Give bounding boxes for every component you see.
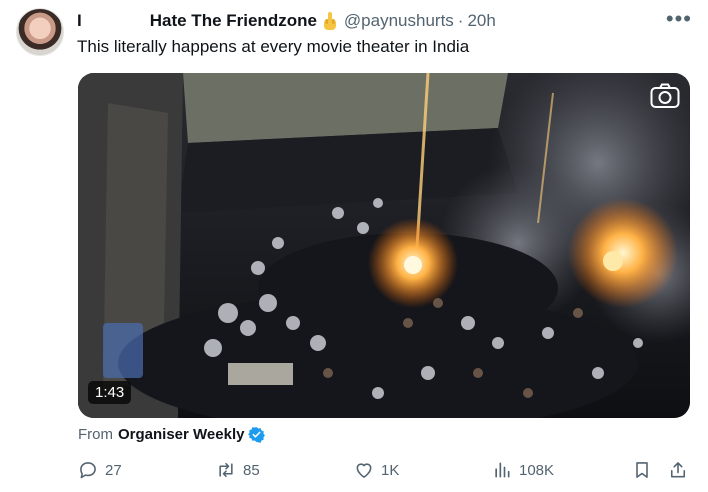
user-handle[interactable]: @paynushurts — [344, 11, 454, 31]
middle-finger-emoji-icon — [323, 11, 336, 30]
post-text: This literally happens at every movie th… — [77, 37, 470, 56]
avatar[interactable] — [16, 8, 64, 56]
video-player[interactable]: 1:43 — [78, 73, 690, 418]
share-icon — [670, 462, 686, 478]
video-duration: 1:43 — [88, 381, 132, 404]
display-name-prefix[interactable]: I — [77, 11, 82, 31]
separator-dot: · — [457, 11, 464, 30]
display-name[interactable]: Hate The Friendzone — [150, 11, 317, 31]
like-count: 1K — [381, 461, 400, 479]
bookmark-icon — [636, 462, 648, 478]
repost-icon — [219, 462, 233, 478]
video-frame-image — [78, 73, 690, 418]
verified-badge-icon — [248, 427, 266, 443]
camera-icon[interactable] — [650, 83, 680, 109]
reply-button[interactable]: 27 — [78, 460, 122, 480]
source-account-link[interactable]: Organiser Weekly — [118, 426, 244, 443]
share-button[interactable] — [668, 460, 695, 480]
more-options-icon[interactable]: ••• — [666, 6, 692, 32]
bookmark-button[interactable] — [632, 460, 659, 480]
view-count: 108K — [519, 461, 555, 479]
heart-icon — [356, 463, 372, 478]
repost-button[interactable]: 85 — [216, 460, 260, 480]
reply-icon — [80, 462, 96, 479]
post-header: I Hate The Friendzone @paynushurts · 20h — [77, 10, 496, 32]
repost-count: 85 — [243, 461, 260, 479]
post-timestamp[interactable]: 20h — [467, 11, 495, 31]
views-chart-icon — [495, 462, 510, 478]
reply-count: 27 — [105, 461, 122, 479]
action-bar: 27 85 1K 108K — [78, 460, 692, 482]
views-button[interactable]: 108K — [492, 460, 554, 480]
like-button[interactable]: 1K — [354, 460, 399, 480]
media-source: From Organiser Weekly — [78, 426, 266, 443]
from-label: From — [78, 426, 113, 443]
